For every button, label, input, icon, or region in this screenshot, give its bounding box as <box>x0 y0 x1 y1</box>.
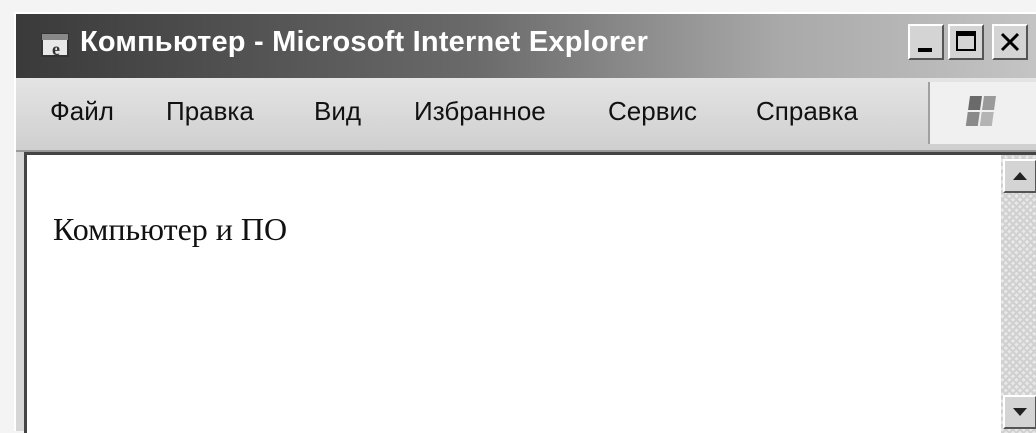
maximize-button[interactable] <box>948 24 984 60</box>
scroll-up-arrow-icon <box>1013 172 1027 180</box>
internet-explorer-icon: e <box>40 28 74 60</box>
menu-tools[interactable]: Сервис <box>608 96 697 127</box>
browser-window: e Компьютер - Microsoft Internet Explore… <box>14 12 1036 433</box>
menu-favorites[interactable]: Избранное <box>414 96 546 127</box>
page-text: Компьютер и ПО <box>53 211 288 247</box>
page-content: Компьютер и ПО <box>24 152 1036 433</box>
windows-logo-icon <box>928 82 1036 144</box>
menu-file[interactable]: Файл <box>50 96 114 127</box>
maximize-icon <box>956 31 976 51</box>
minimize-button[interactable] <box>908 24 944 60</box>
menu-bar: Файл Правка Вид Избранное Сервис Справка <box>16 78 1036 152</box>
close-button[interactable] <box>992 24 1028 60</box>
minimize-icon <box>918 48 932 52</box>
scroll-down-button[interactable] <box>1003 395 1036 429</box>
scroll-up-button[interactable] <box>1003 159 1036 193</box>
svg-text:e: e <box>52 39 60 59</box>
title-bar[interactable]: e Компьютер - Microsoft Internet Explore… <box>16 14 1036 78</box>
menu-help[interactable]: Справка <box>756 96 858 127</box>
close-icon <box>1000 32 1020 52</box>
scroll-down-arrow-icon <box>1013 408 1027 416</box>
vertical-scrollbar[interactable] <box>1001 155 1036 433</box>
window-title: Компьютер - Microsoft Internet Explorer <box>80 26 649 58</box>
menu-view[interactable]: Вид <box>314 96 361 127</box>
menu-edit[interactable]: Правка <box>166 96 254 127</box>
